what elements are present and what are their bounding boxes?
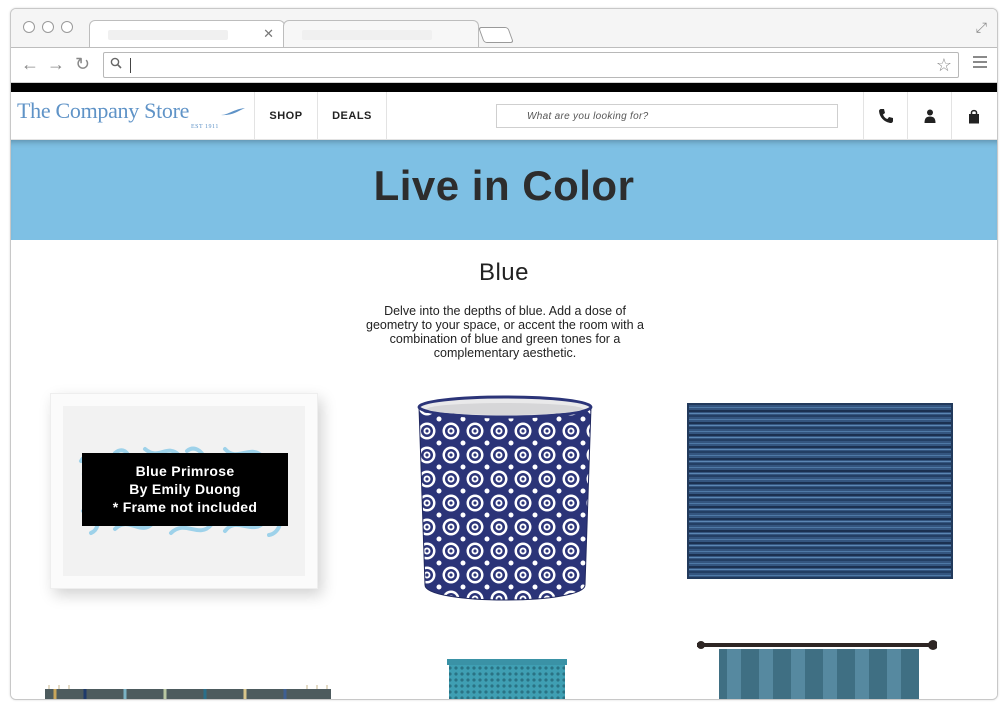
- search-icon: [110, 57, 122, 72]
- browser-tab-active[interactable]: ✕: [89, 20, 285, 48]
- search-input[interactable]: [497, 105, 837, 127]
- hamburger-menu-icon[interactable]: [973, 56, 987, 71]
- hero-banner: Live in Color: [11, 140, 997, 240]
- account-icon[interactable]: [907, 92, 951, 140]
- tab-strip: ✕ ⤢: [11, 9, 997, 48]
- product-striped-rug[interactable]: [687, 403, 953, 579]
- feather-icon: [221, 108, 245, 116]
- rug-image: [687, 403, 953, 579]
- tab-title: [302, 30, 432, 40]
- window-minimize-dot[interactable]: [42, 21, 54, 33]
- phone-icon[interactable]: [863, 92, 907, 140]
- product-tooltip: Blue Primrose By Emily Duong * Frame not…: [82, 453, 288, 526]
- nav-shop[interactable]: SHOP: [254, 92, 317, 140]
- nav-deals[interactable]: DEALS: [317, 92, 387, 140]
- logo-text: The Company Store: [17, 98, 190, 123]
- curtain-image: [697, 640, 938, 699]
- back-arrow-icon[interactable]: ←: [21, 54, 39, 74]
- hero-title: Live in Color: [373, 162, 635, 209]
- teal-basket-image: [447, 659, 567, 699]
- browser-tab[interactable]: [283, 20, 479, 48]
- product-multicolor-rug[interactable]: [45, 685, 331, 699]
- tab-close-icon[interactable]: ✕: [263, 26, 274, 42]
- window-zoom-dot[interactable]: [61, 21, 73, 33]
- site-search[interactable]: [496, 104, 838, 128]
- address-bar[interactable]: ☆: [103, 52, 959, 78]
- tooltip-note: * Frame not included: [112, 499, 258, 515]
- product-teal-basket[interactable]: [447, 659, 567, 699]
- tooltip-title: Blue Primrose: [135, 463, 235, 479]
- tooltip-artist: By Emily Duong: [129, 481, 241, 497]
- new-tab-button[interactable]: [478, 27, 514, 43]
- top-promo-bar: [11, 83, 997, 92]
- window-close-dot[interactable]: [23, 21, 35, 33]
- basket-image: [417, 395, 593, 601]
- section-description: Delve into the depths of blue. Add a dos…: [366, 304, 644, 360]
- fullscreen-icon[interactable]: ⤢: [976, 19, 987, 36]
- forward-arrow-icon[interactable]: →: [47, 54, 65, 74]
- reload-icon[interactable]: ↻: [75, 54, 90, 74]
- bookmark-star-icon[interactable]: ☆: [936, 55, 952, 76]
- company-store-logo[interactable]: The Company Store EST 1911: [17, 98, 251, 136]
- web-page: The Company Store EST 1911 SHOP DEALS Wh…: [11, 83, 997, 699]
- product-teal-curtain[interactable]: [697, 639, 938, 699]
- text-caret: [130, 58, 131, 73]
- browser-toolbar: ← → ↻ ☆: [11, 47, 997, 83]
- multicolor-rug-image: [45, 685, 331, 699]
- browser-window: ✕ ⤢ ← → ↻ ☆ The Company Store EST 1911 S…: [10, 8, 998, 700]
- site-header: The Company Store EST 1911 SHOP DEALS: [11, 92, 997, 140]
- tab-title: [108, 30, 228, 40]
- section-title: Blue: [478, 259, 530, 286]
- product-storage-basket[interactable]: [415, 395, 595, 611]
- logo-est-text: EST 1911: [191, 124, 219, 130]
- shopping-bag-icon[interactable]: [951, 92, 995, 140]
